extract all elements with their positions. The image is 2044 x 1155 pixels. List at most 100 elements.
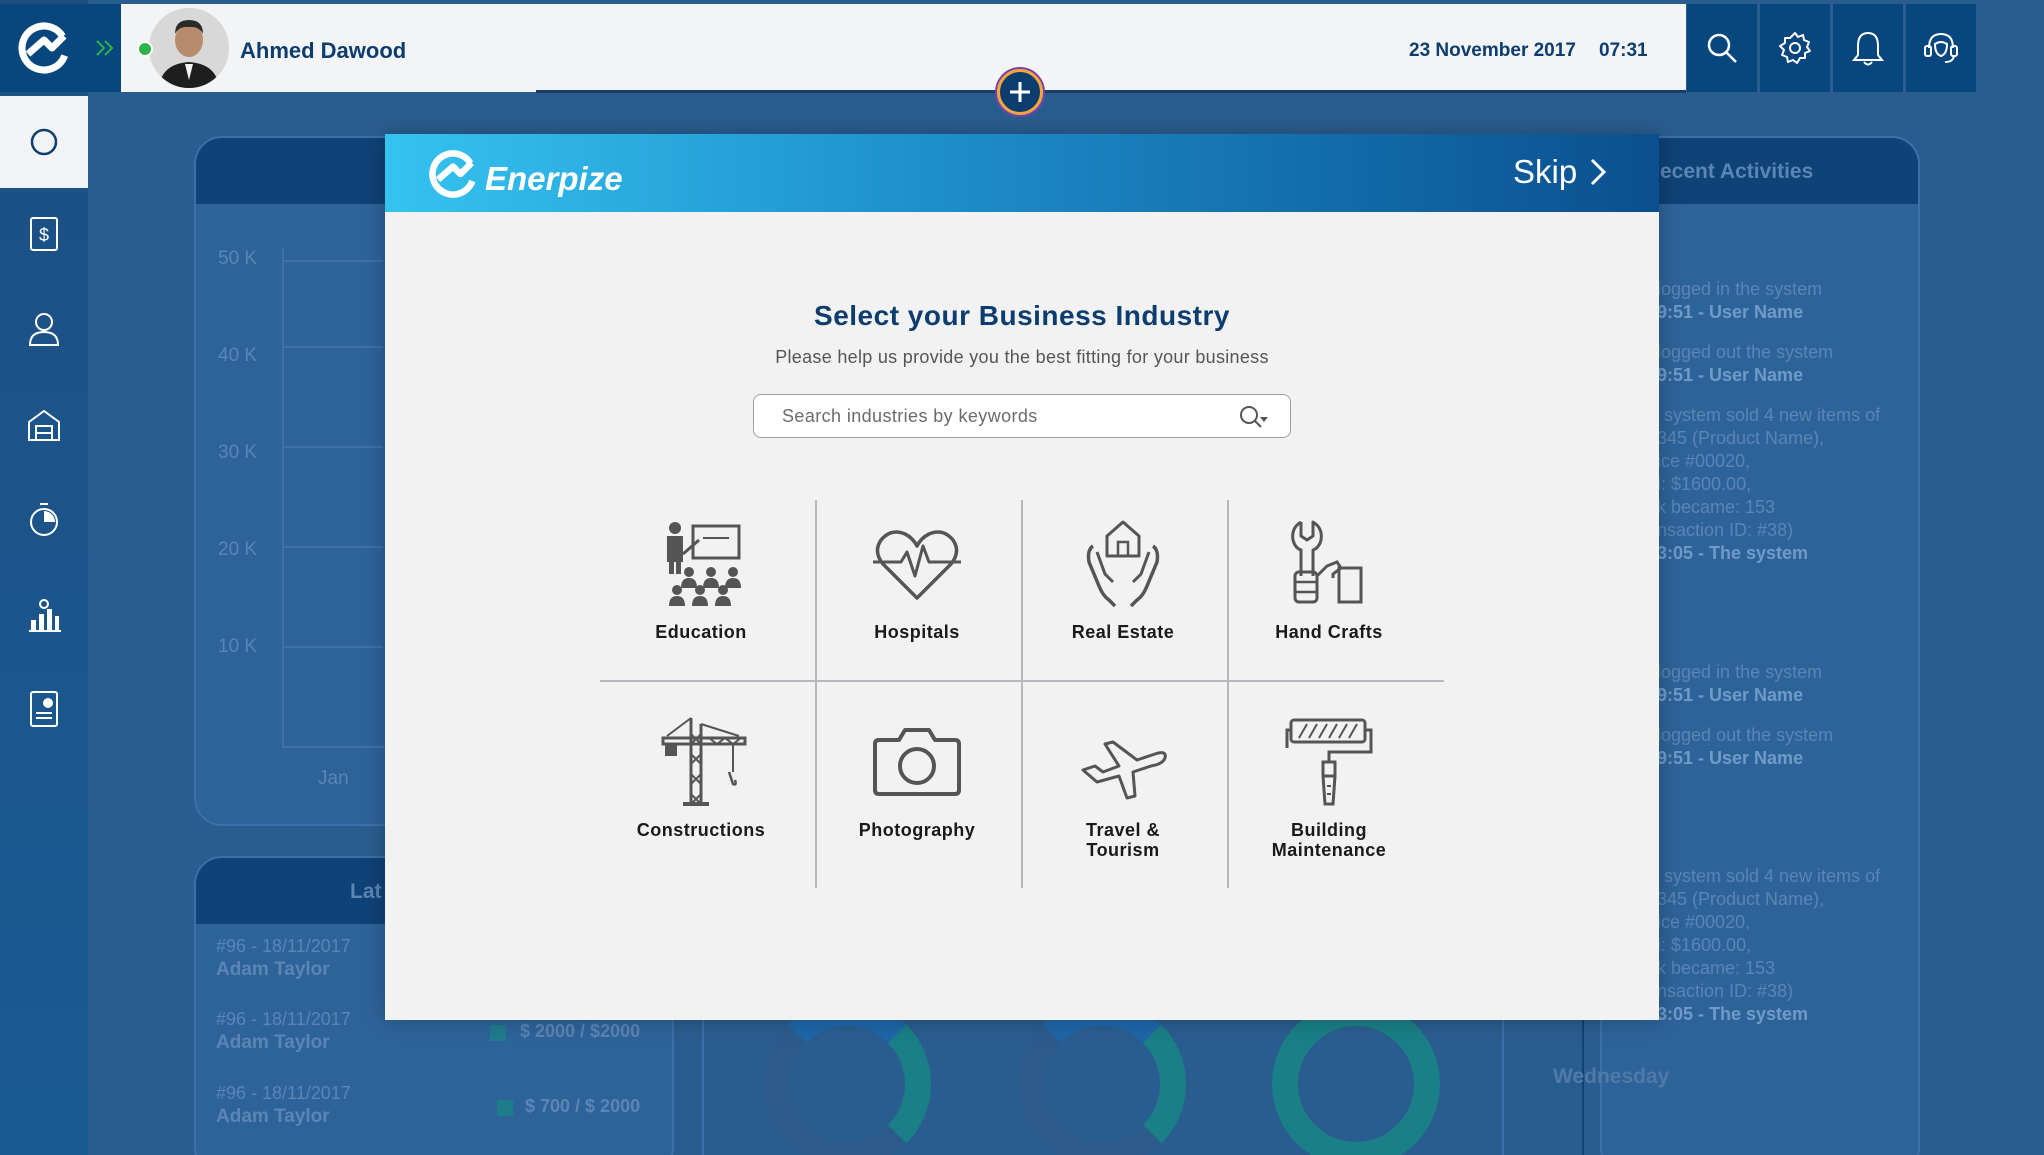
activity-line: 3:05 - The system: [1657, 1004, 1809, 1024]
modal-header: Enerpize Skip: [385, 134, 1659, 212]
activity-line: logged out the system: [1657, 342, 1834, 362]
divider: [702, 1020, 704, 1155]
grid-line: [283, 546, 383, 548]
document-icon: [30, 691, 58, 727]
warehouse-icon: [28, 409, 60, 441]
activity-line: 3:05 - The system: [1657, 543, 1809, 563]
industry-tile-building-maintenance[interactable]: Building Maintenance: [1229, 712, 1429, 892]
search-icon: [1707, 33, 1737, 63]
day-label: Wednesday: [1553, 1065, 1670, 1088]
activity-line: ice #00020,: [1657, 451, 1751, 471]
chevron-right-icon: [1591, 158, 1607, 186]
user-name[interactable]: Ahmed Dawood: [240, 38, 406, 64]
modal-subtitle: Please help us provide you the best fitt…: [775, 347, 1269, 367]
online-status-dot: [137, 41, 153, 57]
grid-line: [283, 446, 383, 448]
industry-tile-travel-tourism[interactable]: Travel & Tourism: [1023, 712, 1223, 892]
list-item-amount: $ 2000 / $2000: [520, 1021, 641, 1041]
settings-button[interactable]: [1760, 4, 1830, 92]
industry-search: [753, 394, 1291, 438]
grid-line: [283, 646, 383, 648]
industry-tile-education[interactable]: Education: [601, 514, 801, 694]
header-divider: [536, 90, 1686, 93]
activity-line: nsaction ID: #38): [1657, 520, 1794, 540]
activity-line: system sold 4 new items of: [1664, 866, 1881, 886]
plus-icon: [1010, 82, 1030, 102]
industry-label: Travel & Tourism: [1085, 820, 1161, 860]
skip-button[interactable]: Skip: [1513, 152, 1611, 192]
grid-line: [283, 346, 383, 348]
sidebar-item-invoices[interactable]: $: [18, 208, 70, 260]
avatar[interactable]: [149, 8, 229, 88]
y-tick-label: 50 K: [218, 248, 258, 269]
activity-line: logged out the system: [1657, 725, 1834, 745]
chart-panel: [194, 136, 414, 826]
donut-chart: [1272, 1000, 1440, 1155]
current-date: 23 November 2017: [1409, 40, 1576, 61]
expand-sidebar-button[interactable]: [88, 4, 121, 92]
svg-text:$: $: [39, 225, 49, 245]
enerpize-logo-icon: [429, 150, 477, 198]
current-time: 07:31: [1599, 40, 1648, 61]
support-button[interactable]: [1906, 4, 1976, 92]
list-item-name: Adam Taylor: [216, 1106, 330, 1127]
industry-label: Constructions: [636, 820, 766, 840]
industry-tile-photography[interactable]: Photography: [817, 712, 1017, 892]
industry-tile-constructions[interactable]: Constructions: [601, 712, 801, 892]
search-input[interactable]: [782, 395, 1222, 437]
user-icon: [28, 313, 60, 346]
activity-line: 9:51 - User Name: [1657, 685, 1804, 705]
home-icon: [30, 128, 58, 156]
industry-label: Building Maintenance: [1271, 820, 1387, 860]
notifications-button[interactable]: [1833, 4, 1903, 92]
activity-line: 9:51 - User Name: [1657, 302, 1804, 322]
list-item-ref: #96 - 18/11/2017: [216, 1009, 351, 1029]
skip-label: Skip: [1513, 153, 1578, 190]
add-button[interactable]: [997, 69, 1043, 115]
paint-roller-icon: [1279, 712, 1379, 812]
industry-tile-real-estate[interactable]: Real Estate: [1023, 514, 1223, 694]
legend-swatch: [497, 1100, 513, 1116]
sidebar: $: [0, 0, 88, 1155]
education-icon: [651, 514, 751, 614]
list-item-name: Adam Taylor: [216, 1032, 330, 1053]
activity-line: 9:51 - User Name: [1657, 748, 1804, 768]
divider: [1502, 1020, 1504, 1155]
airplane-icon: [1073, 712, 1173, 812]
house-hands-icon: [1073, 514, 1173, 614]
double-chevron-right-icon: [95, 40, 113, 56]
industry-tile-hospitals[interactable]: Hospitals: [817, 514, 1017, 694]
search-button[interactable]: [1687, 4, 1757, 92]
industry-modal: Enerpize Skip Select your Business Indus…: [385, 134, 1659, 1020]
activity-line: k became: 153: [1657, 497, 1776, 517]
donut-chart: [1018, 1000, 1186, 1155]
app-logo[interactable]: [0, 4, 88, 92]
search-submit-button[interactable]: [1234, 401, 1274, 433]
sidebar-item-timer[interactable]: [18, 493, 70, 545]
reports-icon: [29, 599, 61, 632]
activity-line: 9:51 - User Name: [1657, 365, 1804, 385]
search-icon: [1240, 406, 1268, 428]
chart-axis: [282, 746, 386, 748]
list-item-amount: $ 700 / $ 2000: [525, 1096, 641, 1116]
y-tick-label: 20 K: [218, 539, 258, 560]
sidebar-item-users[interactable]: [18, 303, 70, 355]
heart-pulse-icon: [867, 514, 967, 614]
sidebar-item-home[interactable]: [0, 96, 88, 188]
camera-icon: [867, 712, 967, 812]
sidebar-item-documents[interactable]: [18, 683, 70, 735]
industry-tile-hand-crafts[interactable]: Hand Crafts: [1229, 514, 1429, 694]
activity-line: 345 (Product Name),: [1657, 428, 1825, 448]
activity-line: k became: 153: [1657, 958, 1776, 978]
activity-line: logged in the system: [1657, 662, 1823, 682]
invoice-icon: $: [30, 217, 58, 251]
donut-chart: [763, 1000, 931, 1155]
grid-line: [283, 260, 383, 262]
activities-title: ecent Activities: [1660, 160, 1814, 183]
sidebar-item-warehouse[interactable]: [18, 399, 70, 451]
support-icon: [1924, 32, 1958, 63]
list-item-ref: #96 - 18/11/2017: [216, 1083, 351, 1103]
profile-photo: [149, 8, 229, 88]
sidebar-item-reports[interactable]: [18, 589, 70, 641]
legend-swatch: [490, 1025, 506, 1041]
